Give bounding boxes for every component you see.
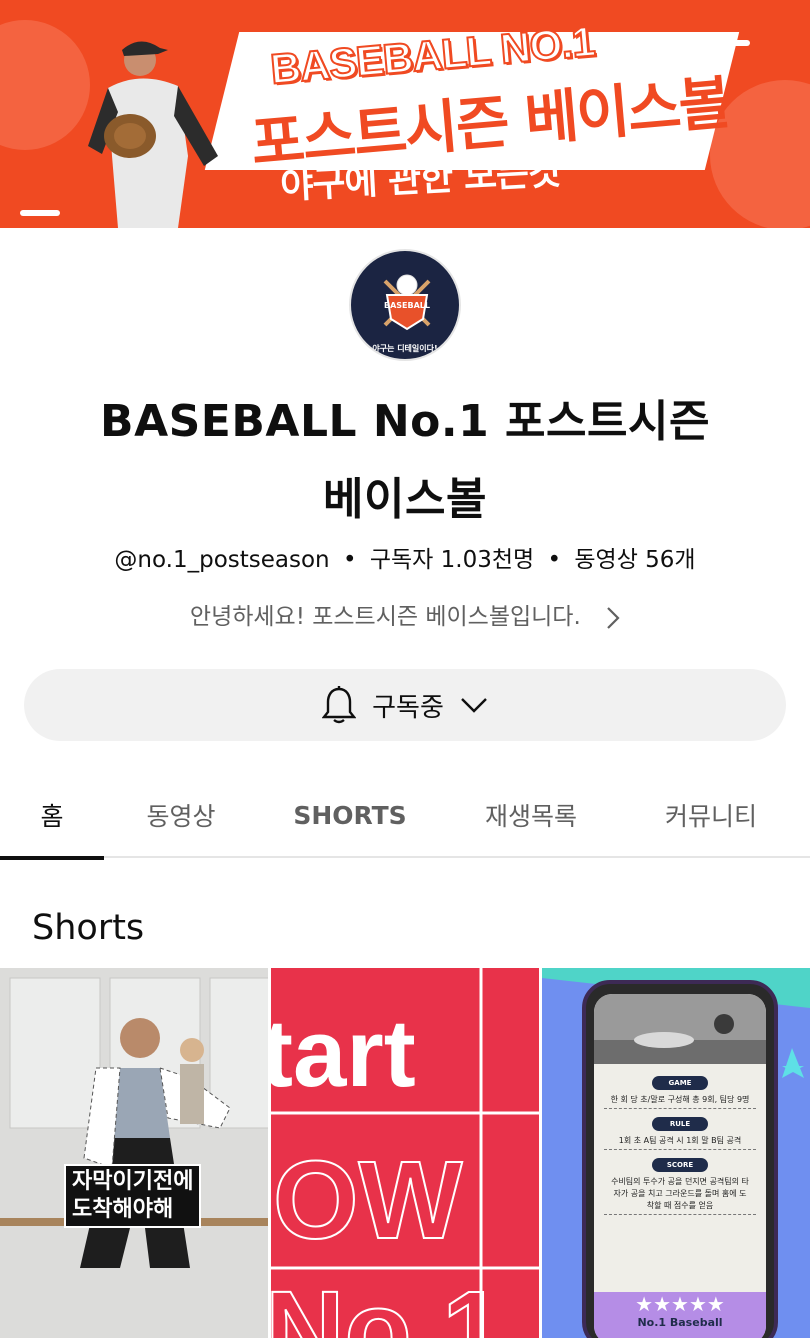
separator: • [547,547,562,573]
channel-title: BASEBALL No.1 포스트시즌 [100,396,710,447]
chevron-down-icon [461,698,487,713]
tab-playlists[interactable]: 재생목록 [466,772,596,858]
shorts-section-title: Shorts [32,908,145,948]
tab-shorts[interactable]: SHORTS [280,772,420,858]
baseball-logo-icon: BASEBALL [383,274,431,331]
short-caption: 자막이기전에 도착해야해 [64,1164,202,1228]
channel-tabs: 홈 동영상 SHORTS 재생목록 커뮤니티 [0,772,810,860]
subscribe-label: 구독중 [372,692,444,723]
video-count: 동영상 56개 [574,547,696,573]
channel-description[interactable]: 안녕하세요! 포스트시즌 베이스볼입니다. [0,597,810,631]
bell-icon [322,686,357,724]
channel-meta: @no.1_postseason • 구독자 1.03천명 • 동영상 56개 [0,540,810,574]
separator: • [342,547,357,573]
phone-mockup: GAME 한 회 당 초/말로 구성해 총 9회, 팀당 9명 RULE 1회 … [582,980,778,1338]
subscribed-button[interactable]: 구독중 [24,669,786,741]
channel-title-line2: 베이스볼 [323,474,487,525]
rating-stars: ★★★★★ No.1 Baseball [594,1292,766,1338]
channel-avatar[interactable]: BASEBALL 야구는 디테일이다! [349,249,461,361]
short-thumbnail[interactable]: tart OW No.1 [271,968,539,1338]
svg-text:OW: OW [273,1139,463,1262]
short-thumbnail[interactable]: 자막이기전에 도착해야해 [0,968,268,1338]
chevron-right-icon [607,606,620,629]
svg-text:BASEBALL: BASEBALL [384,301,430,310]
svg-text:No.1: No.1 [271,1269,503,1338]
svg-text:tart: tart [271,1000,416,1107]
red-grid-graphic: tart OW No.1 [271,968,539,1338]
tab-community[interactable]: 커뮤니티 [646,772,776,858]
baseball-player-illustration [88,41,218,228]
short-thumbnail[interactable]: GAME 한 회 당 초/말로 구성해 총 9회, 팀당 9명 RULE 1회 … [542,968,810,1338]
office-dancer-image [0,968,268,1338]
channel-banner: BASEBALL NO.1 포스트시즌 베이스볼 야구에 관한 모든것 [0,0,810,228]
description-text: 안녕하세요! 포스트시즌 베이스볼입니다. [189,604,581,630]
subscriber-count: 구독자 1.03천명 [369,547,535,573]
shorts-shelf: 자막이기전에 도착해야해 tart OW No.1 GAME 한 회 당 초/말… [0,968,810,1338]
tab-home[interactable]: 홈 [0,772,104,860]
avatar-tagline: 야구는 디테일이다! [372,344,438,353]
channel-handle[interactable]: @no.1_postseason [114,547,329,573]
tab-videos[interactable]: 동영상 [120,772,242,858]
baseball-slide-photo [594,994,766,1064]
